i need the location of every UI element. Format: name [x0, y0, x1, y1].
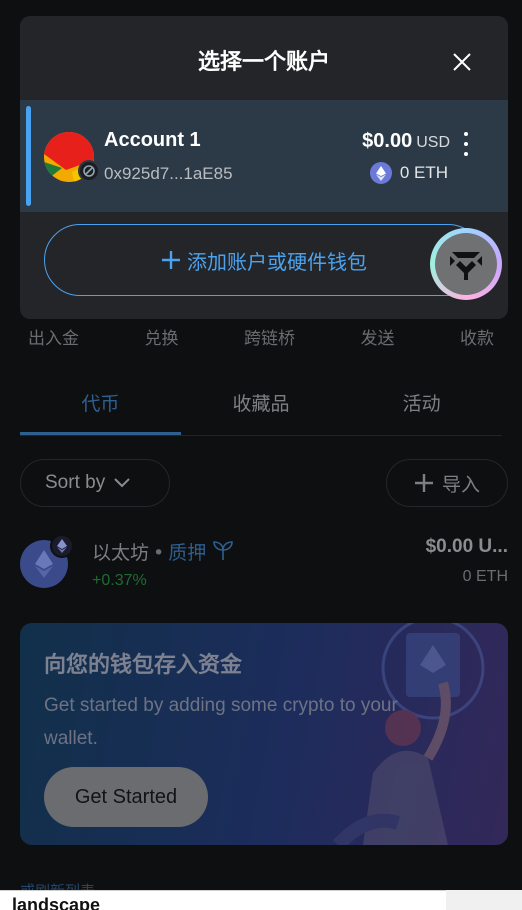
token-row-eth[interactable]: 以太坊 • 质押 +0.37% $0.00 U... 0 ETH	[20, 532, 508, 602]
token-name: 以太坊 • 质押	[92, 538, 234, 565]
bottom-bar: landscape	[0, 890, 446, 910]
sort-by-button[interactable]: Sort by	[20, 459, 170, 507]
token-amount: 0 ETH	[462, 568, 508, 585]
import-label: 导入	[441, 473, 480, 496]
sprout-icon	[213, 541, 234, 560]
asset-tabs: 代币 收藏品 活动	[20, 380, 502, 436]
tab-tokens[interactable]: 代币	[20, 380, 181, 435]
get-started-button[interactable]: Get Started	[44, 767, 208, 827]
fund-wallet-card: 向您的钱包存入资金 Get started by adding some cry…	[20, 623, 508, 845]
close-button[interactable]	[444, 44, 480, 80]
promo-title: 向您的钱包存入资金	[44, 653, 243, 678]
app-logo-icon[interactable]	[430, 228, 502, 300]
add-account-button[interactable]: 添加账户或硬件钱包	[44, 224, 484, 296]
stake-link[interactable]: 质押	[168, 542, 206, 564]
account-list-item[interactable]: Account 1 0x925d7...1aE85 $0.00 USD 0 ETH	[20, 100, 508, 212]
modal-header: 选择一个账户	[20, 16, 508, 100]
action-receive[interactable]: 收款	[460, 324, 494, 349]
eth-icon	[369, 162, 392, 184]
selected-indicator	[26, 106, 31, 206]
token-change: +0.37%	[92, 572, 147, 589]
close-icon	[453, 53, 471, 71]
plus-icon	[414, 474, 433, 492]
tab-activity[interactable]: 活动	[341, 380, 502, 435]
promo-text: Get started by adding some crypto to you…	[44, 695, 398, 749]
action-row: 出入金 兑换 跨链桥 发送 收款	[20, 318, 502, 354]
account-address: 0x925d7...1aE85	[104, 164, 233, 183]
token-separator: •	[153, 542, 165, 564]
modal-title: 选择一个账户	[197, 50, 330, 75]
action-swap[interactable]: 兑换	[145, 324, 179, 349]
plus-icon	[162, 251, 180, 269]
action-send[interactable]: 发送	[361, 324, 395, 349]
account-fiat-value: $0.00	[362, 130, 413, 152]
network-eth-icon	[50, 534, 74, 558]
tab-collectibles[interactable]: 收藏品	[181, 380, 342, 435]
account-fiat-currency: USD	[416, 134, 450, 151]
account-fiat-balance: $0.00 USD	[362, 130, 450, 153]
action-buy-sell[interactable]: 出入金	[28, 324, 79, 349]
action-bridge[interactable]: 跨链桥	[244, 324, 295, 349]
add-account-label: 添加账户或硬件钱包	[187, 249, 367, 274]
more-vertical-icon[interactable]	[456, 132, 476, 156]
account-eth-amount: 0 ETH	[399, 163, 448, 182]
bottom-bar-right	[446, 890, 522, 910]
token-name-text: 以太坊	[92, 542, 150, 564]
sort-by-label: Sort by	[45, 472, 106, 493]
chevron-down-icon	[114, 478, 130, 488]
token-fiat-value: $0.00 U...	[425, 536, 508, 557]
account-eth-balance: 0 ETH	[369, 162, 448, 184]
network-badge-icon	[78, 160, 100, 182]
account-name: Account 1	[104, 129, 201, 151]
import-token-button[interactable]: 导入	[386, 459, 508, 507]
